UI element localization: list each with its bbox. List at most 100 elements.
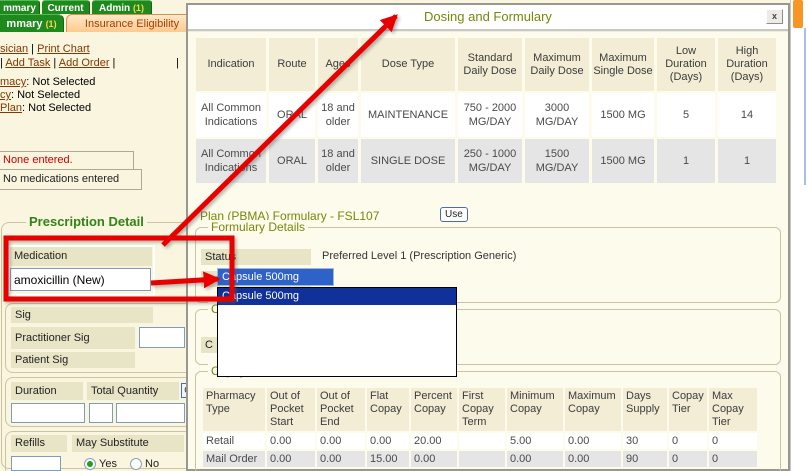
status-value: Preferred Level 1 (Prescription Generic) bbox=[322, 250, 516, 262]
cell: 0 bbox=[669, 451, 707, 467]
titlebar-divider bbox=[188, 29, 788, 32]
tab-summary-top[interactable]: mmary bbox=[0, 0, 40, 14]
cell: 0.00 bbox=[267, 433, 315, 449]
cell: 14 bbox=[718, 93, 776, 137]
cell: 0 bbox=[669, 433, 707, 449]
refills-input[interactable] bbox=[11, 456, 61, 471]
copay-row-retail: Retail 0.00 0.00 0.00 20.00 5.00 0.00 30… bbox=[203, 433, 757, 449]
agency-link[interactable]: cy bbox=[0, 89, 11, 101]
screen: mmary Current Admin (1) mmary (1) Insura… bbox=[0, 0, 808, 471]
cell: 18 and older bbox=[318, 93, 358, 137]
plan-link[interactable]: Plan bbox=[0, 102, 22, 114]
quantity-unit-input[interactable] bbox=[116, 403, 185, 423]
col-copay-tier: Copay Tier bbox=[669, 388, 707, 431]
allergies-alert: None entered. bbox=[0, 151, 134, 170]
cell: 1 bbox=[718, 139, 776, 183]
cell: 0 bbox=[709, 451, 757, 467]
cell: 0 bbox=[709, 433, 757, 449]
separator: | bbox=[28, 43, 37, 55]
task-order-line: | Add Task | Add Order | bbox=[0, 57, 115, 69]
tab-label: Admin bbox=[99, 3, 133, 14]
col-pharmacy-type: Pharmacy Type bbox=[203, 388, 265, 431]
tab-label: Current bbox=[47, 3, 83, 14]
medications-alert: No medications entered bbox=[0, 169, 142, 190]
substitute-no-radio[interactable] bbox=[130, 458, 142, 470]
tab-label: mmary bbox=[6, 18, 45, 30]
cell: 18 and older bbox=[318, 139, 358, 183]
tab-badge: (1) bbox=[46, 19, 57, 29]
scroll-track-line bbox=[804, 28, 806, 185]
cell: SINGLE DOSE bbox=[361, 139, 455, 183]
tab-insurance-eligibility[interactable]: Insurance Eligibility bbox=[66, 14, 198, 32]
col-ages: Ages bbox=[318, 38, 358, 91]
cell: 0.00 bbox=[317, 451, 365, 467]
total-quantity-label: Total Quantity bbox=[87, 382, 179, 400]
col-first-copay-term: First Copay Term bbox=[459, 388, 505, 431]
cell: 0.00 bbox=[565, 451, 621, 467]
col-indication: Indication bbox=[196, 38, 266, 91]
formulary-details-legend: Formulary Details bbox=[208, 220, 308, 234]
tab-admin[interactable]: Admin (1) bbox=[92, 0, 152, 14]
separator: | bbox=[50, 57, 58, 69]
plan-status: : Not Selected bbox=[22, 102, 91, 114]
cell: 0.00 bbox=[367, 433, 409, 449]
dosing-header-row: Indication Route Ages Dose Type Standard… bbox=[196, 38, 776, 91]
scrollbar-thumb[interactable] bbox=[793, 0, 803, 28]
cell: 3000 MG/DAY bbox=[525, 93, 589, 137]
dosing-row[interactable]: All Common Indications ORAL 18 and older… bbox=[196, 139, 776, 183]
physician-print-chart-line: sician | Print Chart bbox=[0, 43, 90, 55]
dosing-row[interactable]: All Common Indications ORAL 18 and older… bbox=[196, 93, 776, 137]
agency-line: cy: Not Selected bbox=[0, 89, 80, 101]
prescription-detail-title: Prescription Detail bbox=[26, 214, 147, 229]
practitioner-sig-label: Practitioner Sig bbox=[11, 327, 135, 349]
print-chart-link[interactable]: Print Chart bbox=[37, 43, 90, 55]
use-button[interactable]: Use bbox=[440, 207, 468, 222]
col-percent-copay: Percent Copay bbox=[411, 388, 457, 431]
physician-link[interactable]: sician bbox=[0, 43, 28, 55]
plan-line: Plan: Not Selected bbox=[0, 102, 91, 114]
cell: 20.00 bbox=[411, 433, 457, 449]
col-oop-end: Out of Pocket End bbox=[317, 388, 365, 431]
cell: Mail Order bbox=[203, 451, 265, 467]
cell bbox=[459, 451, 505, 467]
practitioner-sig-input[interactable] bbox=[139, 327, 185, 348]
col-flat-copay: Flat Copay bbox=[367, 388, 409, 431]
add-task-link[interactable]: Add Task bbox=[5, 57, 50, 69]
tab-summary-sub[interactable]: mmary (1) bbox=[0, 14, 64, 32]
pharmacy-status: : Not Selected bbox=[26, 76, 95, 88]
col-max-copay-tier: Max Copay Tier bbox=[709, 388, 757, 431]
window-titlebar: Dosing and Formulary x bbox=[188, 5, 788, 29]
cell: 1500 MG/DAY bbox=[525, 139, 589, 183]
substitute-no-label: No bbox=[145, 458, 159, 470]
refills-label: Refills bbox=[11, 435, 67, 452]
cell: All Common Indications bbox=[196, 93, 266, 137]
cell: 90 bbox=[623, 451, 667, 467]
pharmacy-line: macy: Not Selected bbox=[0, 76, 95, 88]
tab-label: Insurance Eligibility bbox=[85, 18, 179, 30]
quantity-input[interactable] bbox=[89, 403, 113, 423]
cell: 1500 MG bbox=[592, 139, 654, 183]
cell: 5.00 bbox=[507, 433, 563, 449]
pharmacy-link[interactable]: macy bbox=[0, 76, 26, 88]
dosing-formulary-window: Dosing and Formulary x Indication Route … bbox=[186, 3, 790, 471]
substitute-yes-radio[interactable] bbox=[84, 458, 96, 470]
separator: | bbox=[110, 57, 116, 69]
patient-sig-label: Patient Sig bbox=[11, 352, 135, 368]
col-min-copay: Minimum Copay bbox=[507, 388, 563, 431]
cell: 750 - 2000 MG/DAY bbox=[458, 93, 522, 137]
col-max-copay: Maximum Copay bbox=[565, 388, 621, 431]
cell: 15.00 bbox=[367, 451, 409, 467]
duration-input[interactable] bbox=[11, 403, 85, 423]
col-oop-start: Out of Pocket Start bbox=[267, 388, 315, 431]
medication-input[interactable] bbox=[10, 268, 151, 291]
add-order-link[interactable]: Add Order bbox=[59, 57, 110, 69]
cell: 0.00 bbox=[411, 451, 457, 467]
sig-label: Sig bbox=[11, 307, 153, 323]
col-max-single: Maximum Single Dose bbox=[592, 38, 654, 91]
tab-current[interactable]: Current bbox=[42, 0, 90, 14]
dropdown-item[interactable]: Capsule 500mg bbox=[218, 288, 456, 305]
agency-status: : Not Selected bbox=[11, 89, 80, 101]
formulation-combobox[interactable]: Capsule 500mg bbox=[217, 268, 334, 286]
separator-far: | bbox=[176, 57, 179, 69]
close-icon[interactable]: x bbox=[766, 9, 783, 24]
